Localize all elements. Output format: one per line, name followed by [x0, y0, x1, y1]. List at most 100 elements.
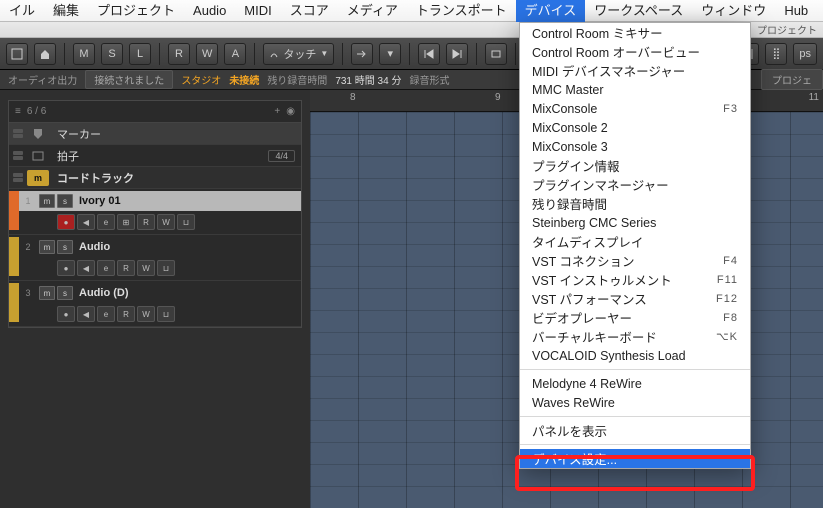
solo-button[interactable]: s [57, 240, 73, 254]
mute-button[interactable]: m [39, 240, 55, 254]
menu-item[interactable]: MixConsole 2 [520, 118, 750, 137]
menu-item-label: VST パフォーマンス [532, 289, 647, 308]
read-automation-button[interactable]: R [117, 306, 135, 322]
write-automation-button[interactable]: W [137, 306, 155, 322]
menu-item[interactable]: バーチャルキーボード⌥K [520, 327, 750, 346]
menu-project[interactable]: プロジェクト [88, 0, 184, 22]
cycle-icon[interactable] [485, 43, 507, 65]
menu-item[interactable]: Waves ReWire [520, 393, 750, 412]
edit-channel-button[interactable]: e [97, 306, 115, 322]
track-controls: ● ◀ e R W ⊔ [19, 303, 301, 322]
menu-item[interactable]: Melodyne 4 ReWire [520, 374, 750, 393]
track-name[interactable]: Ivory 01 [79, 195, 301, 207]
track-row-3[interactable]: 3 ms Audio (D) ● ◀ e R W ⊔ [9, 281, 301, 327]
tracklist-settings-icon[interactable]: ◉ [286, 106, 295, 117]
status-right-tab[interactable]: プロジェ [761, 69, 823, 90]
tracklist-menu-icon[interactable]: ≡ [15, 106, 21, 117]
toolbar-w[interactable]: W [196, 43, 218, 65]
menu-item[interactable]: VST インストゥルメントF11 [520, 270, 750, 289]
freeze-button[interactable]: ⊔ [157, 306, 175, 322]
mute-button[interactable]: m [39, 286, 55, 300]
menu-workspace[interactable]: ワークスペース [585, 0, 692, 22]
menu-item-label: 残り録音時間 [532, 194, 607, 213]
menu-edit[interactable]: 編集 [44, 0, 88, 22]
menu-item[interactable]: ビデオプレーヤーF8 [520, 308, 750, 327]
mute-button[interactable]: m [39, 194, 55, 208]
add-track-icon[interactable]: + [274, 106, 280, 117]
toggle-constrain-icon[interactable] [6, 43, 28, 65]
solo-button[interactable]: s [57, 286, 73, 300]
record-enable-button[interactable]: ● [57, 306, 75, 322]
read-automation-button[interactable]: R [137, 214, 155, 230]
prev-icon[interactable] [418, 43, 440, 65]
menu-hub[interactable]: Hub [775, 0, 817, 22]
solo-button[interactable]: s [57, 194, 73, 208]
record-enable-button[interactable]: ● [57, 260, 75, 276]
menu-item-label: プラグイン情報 [532, 156, 620, 175]
menu-item[interactable]: プラグインマネージャー [520, 175, 750, 194]
freeze-button[interactable]: ⊔ [177, 214, 195, 230]
menu-item[interactable]: VST パフォーマンスF12 [520, 289, 750, 308]
home-icon[interactable] [34, 43, 56, 65]
write-automation-button[interactable]: W [137, 260, 155, 276]
menu-media[interactable]: メディア [338, 0, 407, 22]
menu-item-label: VST インストゥルメント [532, 270, 672, 289]
toolbar-l[interactable]: L [129, 43, 151, 65]
menu-item[interactable]: プラグイン情報 [520, 156, 750, 175]
track-row-1[interactable]: 1 ms Ivory 01 ● ◀ e ⊞ R W ⊔ [9, 189, 301, 235]
track-color-indicator [9, 237, 19, 276]
tool-more-icon[interactable]: ⣿ [765, 43, 787, 65]
edit-channel-button[interactable]: e [97, 214, 115, 230]
menu-window[interactable]: ウィンドウ [692, 0, 775, 22]
read-automation-button[interactable]: R [117, 260, 135, 276]
menu-item[interactable]: Steinberg CMC Series [520, 213, 750, 232]
touch-icon [269, 49, 279, 59]
menu-item[interactable]: MixConsole 3 [520, 137, 750, 156]
toolbar-a[interactable]: A [224, 43, 246, 65]
menu-item[interactable]: タイムディスプレイ [520, 232, 750, 251]
freeze-button[interactable]: ⊔ [157, 260, 175, 276]
track-name[interactable]: Audio [79, 241, 301, 253]
edit-channel-button[interactable]: e [97, 260, 115, 276]
monitor-button[interactable]: ◀ [77, 306, 95, 322]
menu-devices[interactable]: デバイス [516, 0, 586, 22]
menu-item[interactable]: Control Room オーバービュー [520, 42, 750, 61]
menu-item-label: Control Room オーバービュー [532, 42, 700, 61]
monitor-button[interactable]: ◀ [77, 214, 95, 230]
menu-item[interactable]: Control Room ミキサー [520, 23, 750, 42]
record-enable-button[interactable]: ● [57, 214, 75, 230]
next-icon[interactable] [446, 43, 468, 65]
toolbar-s[interactable]: S [101, 43, 123, 65]
audio-output-status[interactable]: 接続されました [85, 70, 173, 89]
toolbar-m[interactable]: M [73, 43, 95, 65]
marker-track-row[interactable]: マーカー [9, 123, 301, 145]
menu-midi[interactable]: MIDI [235, 0, 280, 22]
autoscroll-icon[interactable] [351, 43, 373, 65]
track-name[interactable]: Audio (D) [79, 287, 301, 299]
toolbar-r[interactable]: R [168, 43, 190, 65]
menu-item[interactable]: VST コネクションF4 [520, 251, 750, 270]
menu-file[interactable]: イル [0, 0, 44, 22]
write-automation-button[interactable]: W [157, 214, 175, 230]
menu-item[interactable]: MIDI デバイスマネージャー [520, 61, 750, 80]
track-row-2[interactable]: 2 ms Audio ● ◀ e R W ⊔ [9, 235, 301, 281]
monitor-button[interactable]: ◀ [77, 260, 95, 276]
menu-item[interactable]: パネルを表示 [520, 421, 750, 440]
titlebar-right-label: プロジェクト [757, 22, 817, 37]
automation-mode-label: タッチ [283, 46, 316, 62]
menu-audio[interactable]: Audio [184, 0, 235, 22]
menu-item[interactable]: VOCALOID Synthesis Load [520, 346, 750, 365]
menu-score[interactable]: スコア [281, 0, 338, 22]
snap-icon[interactable]: ▾ [379, 43, 401, 65]
menu-item[interactable]: MMC Master [520, 80, 750, 99]
toolbar-right-ps[interactable]: ps [793, 43, 817, 65]
tempo-track-row[interactable]: 拍子 4/4 [9, 145, 301, 167]
automation-mode[interactable]: タッチ ▼ [263, 43, 334, 65]
instrument-button[interactable]: ⊞ [117, 214, 135, 230]
menu-transport[interactable]: トランスポート [407, 0, 516, 22]
menu-item[interactable]: デバイス設定... [520, 449, 750, 468]
chord-track-row[interactable]: m コードトラック [9, 167, 301, 189]
time-signature-badge[interactable]: 4/4 [268, 150, 295, 162]
menu-item[interactable]: MixConsoleF3 [520, 99, 750, 118]
menu-item[interactable]: 残り録音時間 [520, 194, 750, 213]
